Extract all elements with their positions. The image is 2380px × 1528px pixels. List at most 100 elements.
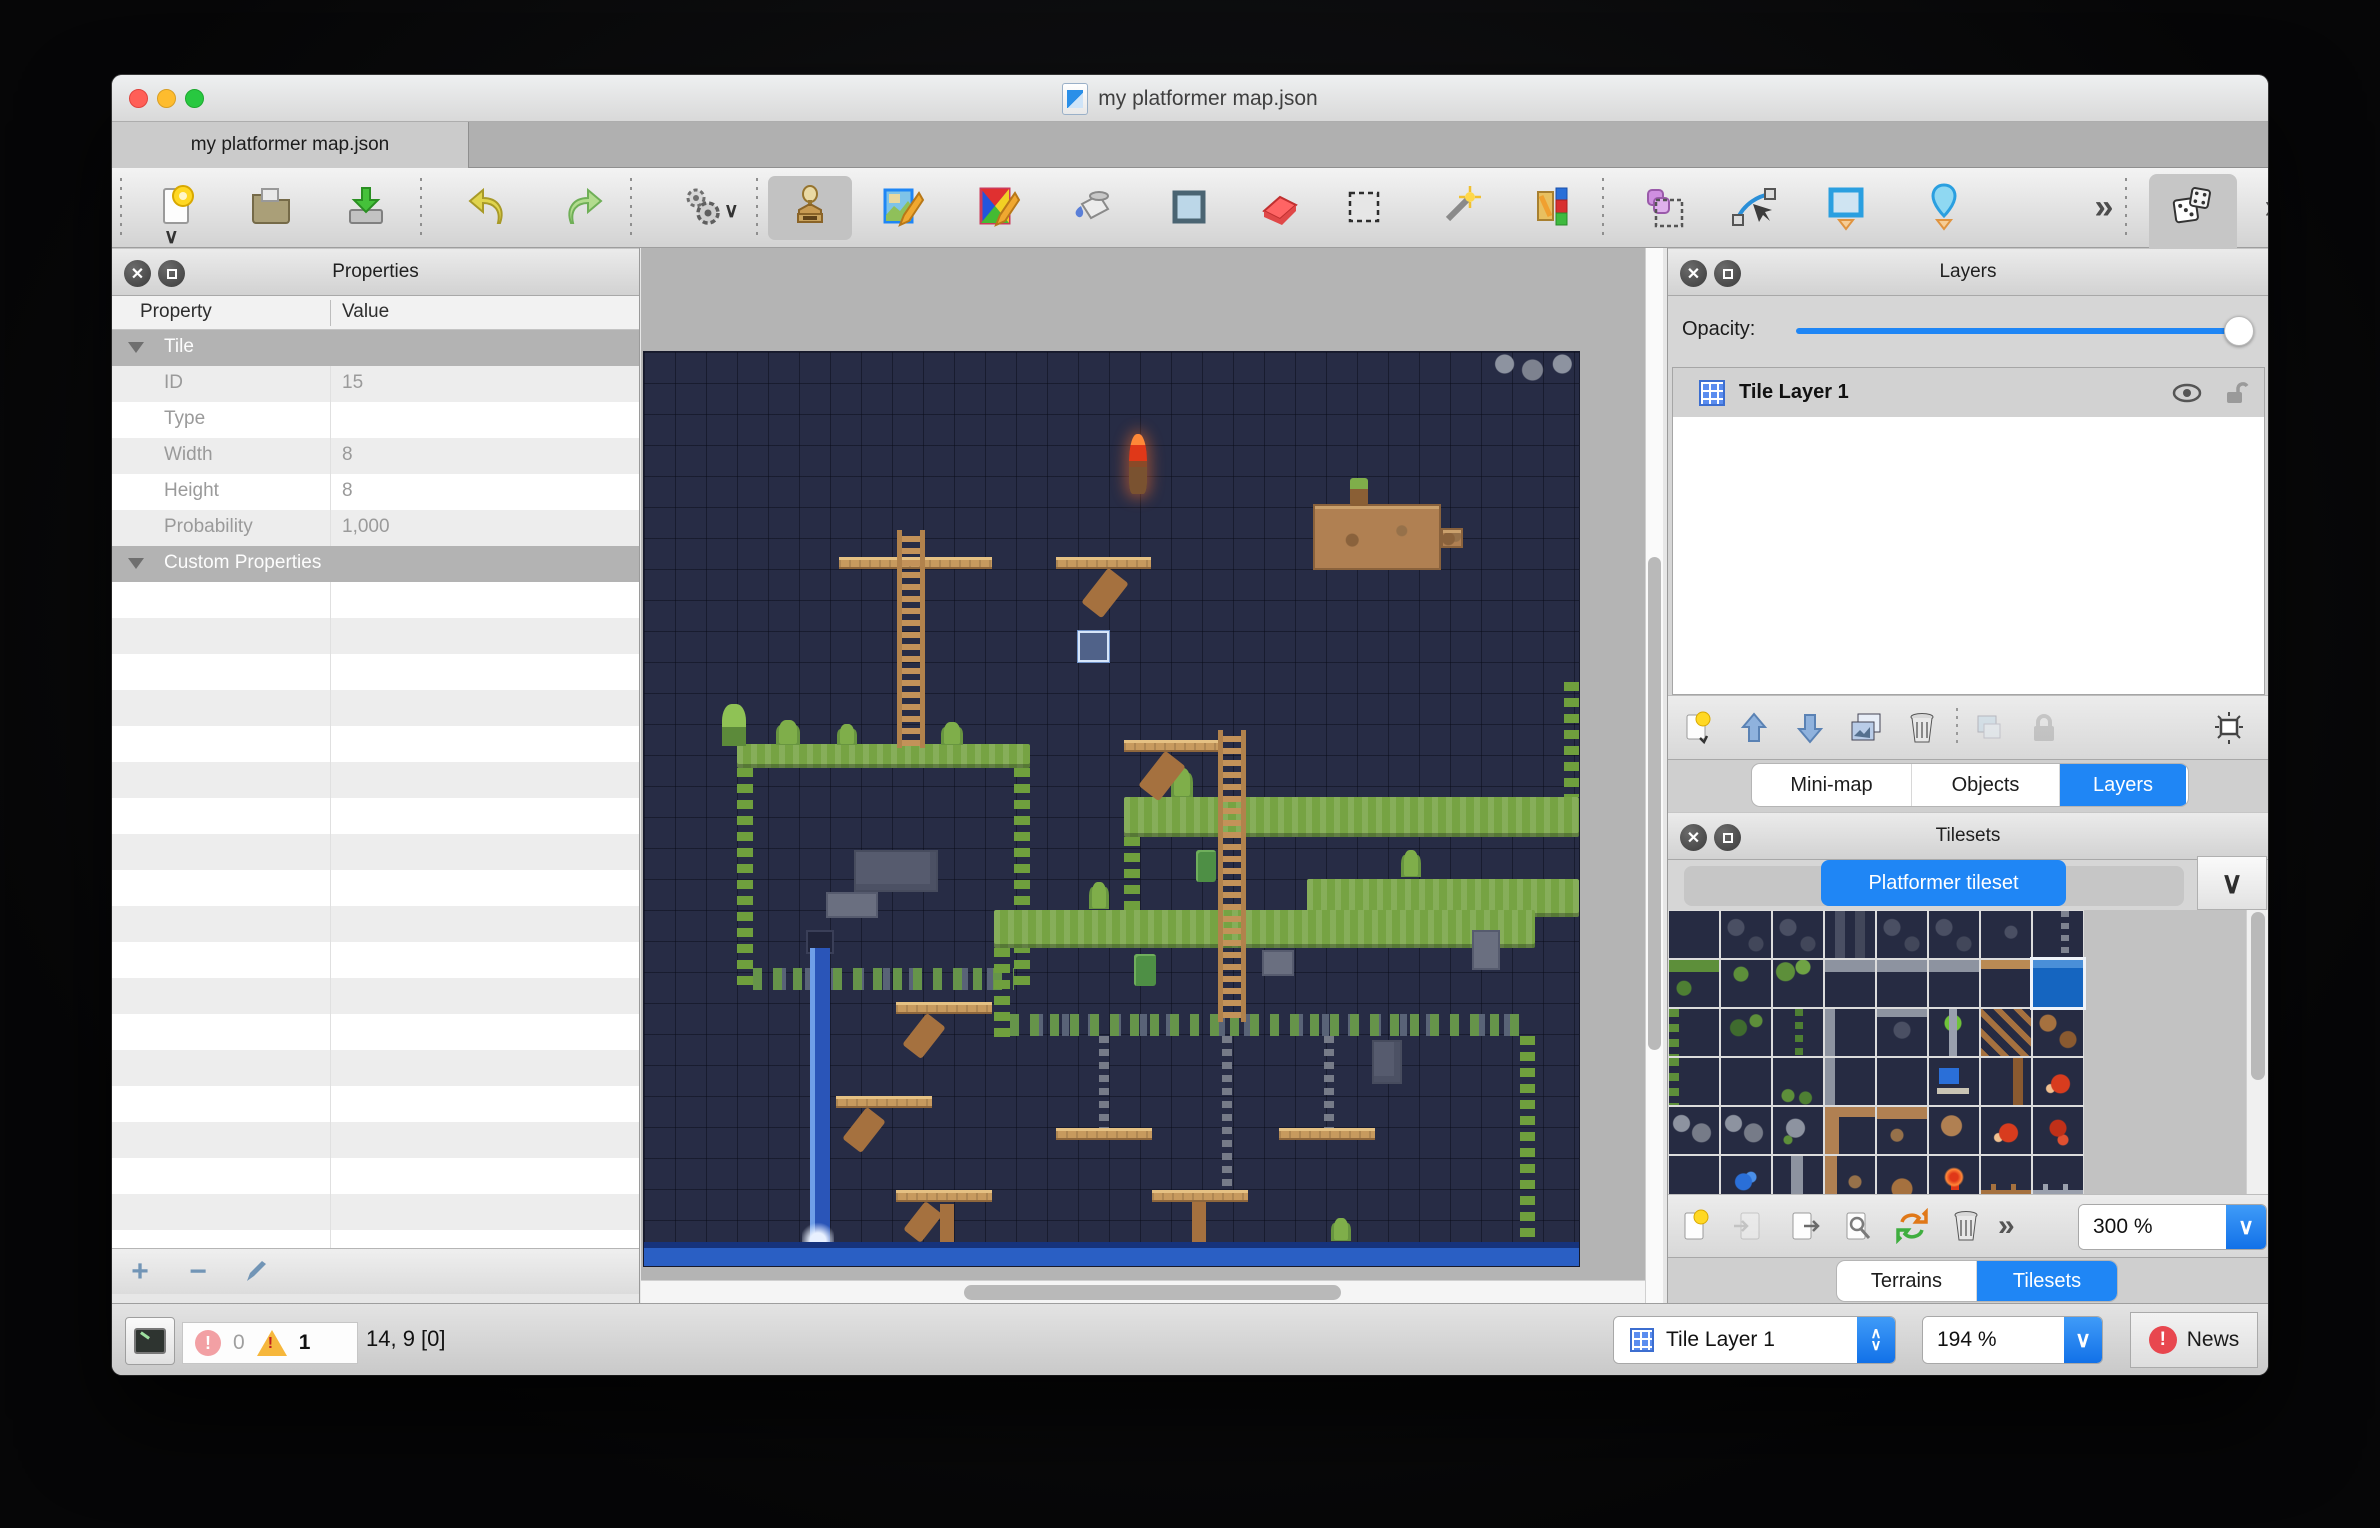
tileset-tile[interactable]	[1773, 911, 1823, 958]
tileset-image[interactable]	[1668, 910, 2084, 1194]
tileset-tile[interactable]	[1929, 911, 1979, 958]
add-property-button[interactable]: +	[120, 1257, 160, 1287]
float-panel-icon[interactable]	[158, 260, 185, 287]
property-row-height[interactable]: Height8	[112, 474, 639, 510]
tileset-tile[interactable]	[2033, 1058, 2083, 1105]
tileset-tile[interactable]	[1669, 1107, 1719, 1154]
current-layer-select[interactable]: Tile Layer 1 ∧∨	[1613, 1316, 1896, 1364]
close-panel-icon[interactable]: ✕	[1680, 824, 1707, 851]
map-vertical-scrollbar[interactable]	[1645, 248, 1663, 1303]
select-same-tile-icon[interactable]	[1527, 181, 1579, 233]
opacity-slider-knob[interactable]	[2224, 316, 2254, 346]
tileset-tile[interactable]	[2033, 1107, 2083, 1154]
refresh-tileset-icon[interactable]	[1892, 1206, 1932, 1246]
tileset-tile[interactable]	[1825, 911, 1875, 958]
export-tileset-icon[interactable]	[1784, 1206, 1824, 1246]
tab-tilesets[interactable]: Tilesets	[1977, 1261, 2117, 1301]
tileset-tile[interactable]	[1929, 1009, 1979, 1056]
tileset-tile[interactable]	[1981, 1156, 2031, 1194]
tileset-tile[interactable]	[1825, 1107, 1875, 1154]
terrain-brush-icon[interactable]	[876, 181, 928, 233]
float-panel-icon[interactable]	[1714, 260, 1741, 287]
tileset-tile[interactable]	[1929, 1156, 1979, 1194]
layer-unlocked-icon[interactable]	[2224, 380, 2250, 406]
tileset-tile[interactable]	[1825, 960, 1875, 1007]
magic-wand-icon[interactable]	[1434, 181, 1486, 233]
dropdown-chevron-icon[interactable]: ∨	[164, 224, 179, 249]
show-hide-other-layers-icon[interactable]	[1968, 708, 2008, 748]
edit-property-button[interactable]	[236, 1257, 276, 1287]
highlight-current-layer-icon[interactable]	[2209, 708, 2249, 748]
float-panel-icon[interactable]	[1714, 824, 1741, 851]
random-mode-icon[interactable]	[2165, 181, 2217, 233]
layer-row-tile-layer-1[interactable]: Tile Layer 1	[1673, 368, 2264, 417]
tileset-tile[interactable]	[1981, 1009, 2031, 1056]
tileset-tile[interactable]	[1929, 1058, 1979, 1105]
tileset-tile[interactable]	[1721, 960, 1771, 1007]
edit-tileset-icon[interactable]	[1838, 1206, 1878, 1246]
opacity-slider[interactable]	[1796, 328, 2238, 334]
remove-property-button[interactable]: −	[178, 1257, 218, 1287]
tileset-tile[interactable]	[1773, 1156, 1823, 1194]
tileset-tile[interactable]	[1877, 960, 1927, 1007]
open-file-icon[interactable]	[245, 181, 297, 233]
dropdown-chevron-icon[interactable]: ∨	[724, 198, 739, 223]
insert-rectangle-icon[interactable]	[1820, 181, 1872, 233]
tileset-tile[interactable]	[2033, 911, 2083, 958]
eraser-icon[interactable]	[1252, 181, 1304, 233]
tileset-view[interactable]	[1668, 910, 2268, 1194]
tileset-tile[interactable]	[1669, 1156, 1719, 1194]
map-horizontal-scrollbar[interactable]	[641, 1280, 1645, 1303]
tileset-tile[interactable]	[1877, 1156, 1927, 1194]
fill-tiles-icon[interactable]	[972, 181, 1024, 233]
shape-fill-icon[interactable]	[1163, 181, 1215, 233]
property-row-width[interactable]: Width8	[112, 438, 639, 474]
tab-terrains[interactable]: Terrains	[1837, 1261, 1977, 1301]
tileset-zoom-select[interactable]: 300 % ∨	[2078, 1204, 2267, 1250]
redo-icon[interactable]	[557, 181, 609, 233]
tileset-tile[interactable]	[1669, 1058, 1719, 1105]
tileset-tab-platformer[interactable]: Platformer tileset	[1821, 860, 2066, 906]
tileset-tile[interactable]	[1773, 1009, 1823, 1056]
delete-layer-icon[interactable]	[1902, 708, 1942, 748]
tileset-tile[interactable]	[2033, 960, 2083, 1007]
properties-table[interactable]: TileID15TypeWidth8Height8Probability1,00…	[112, 330, 639, 1248]
tileset-tile[interactable]	[1773, 1107, 1823, 1154]
edit-polygons-icon[interactable]	[1727, 181, 1779, 233]
new-tileset-icon[interactable]	[1676, 1206, 1716, 1246]
tileset-tile[interactable]	[1981, 1107, 2031, 1154]
tileset-tile[interactable]	[1669, 1009, 1719, 1056]
close-panel-icon[interactable]: ✕	[1680, 260, 1707, 287]
layer-list[interactable]: Tile Layer 1	[1672, 367, 2265, 695]
layer-visible-eye-icon[interactable]	[2172, 382, 2202, 404]
tileset-tile[interactable]	[1877, 1009, 1927, 1056]
map-horizontal-scroll-handle[interactable]	[964, 1285, 1341, 1300]
insert-point-icon[interactable]	[1918, 181, 1970, 233]
tileset-tile[interactable]	[1877, 1107, 1927, 1154]
lock-other-layers-icon[interactable]	[2024, 708, 2064, 748]
tileset-vertical-scrollbar[interactable]	[2246, 910, 2268, 1194]
tileset-tile[interactable]	[1721, 911, 1771, 958]
tileset-tile[interactable]	[1929, 1107, 1979, 1154]
issue-counter[interactable]: ! 0 1	[182, 1322, 358, 1364]
tile-cursor-highlight[interactable]	[1078, 631, 1109, 662]
document-tab[interactable]: my platformer map.json	[112, 122, 469, 168]
tileset-tile[interactable]	[1773, 960, 1823, 1007]
tileset-tile[interactable]	[1825, 1009, 1875, 1056]
select-objects-icon[interactable]	[1639, 181, 1691, 233]
new-layer-icon[interactable]	[1678, 708, 1718, 748]
tileset-tile[interactable]	[1981, 960, 2031, 1007]
tileset-tile[interactable]	[1877, 1058, 1927, 1105]
map-zoom-select[interactable]: 194 % ∨	[1922, 1316, 2103, 1364]
tileset-tile[interactable]	[1929, 960, 1979, 1007]
tileset-tile[interactable]	[1669, 960, 1719, 1007]
more-tools-1-icon[interactable]: »	[2078, 181, 2130, 233]
tileset-tile[interactable]	[1721, 1009, 1771, 1056]
property-row-type[interactable]: Type	[112, 402, 639, 438]
close-panel-icon[interactable]: ✕	[124, 260, 151, 287]
map-canvas[interactable]	[644, 352, 1579, 1266]
news-button[interactable]: ! News	[2130, 1312, 2258, 1368]
more-tools-2-icon[interactable]: »	[2248, 181, 2268, 233]
map-vertical-scroll-handle[interactable]	[1648, 557, 1661, 1050]
tileset-tile[interactable]	[1825, 1058, 1875, 1105]
